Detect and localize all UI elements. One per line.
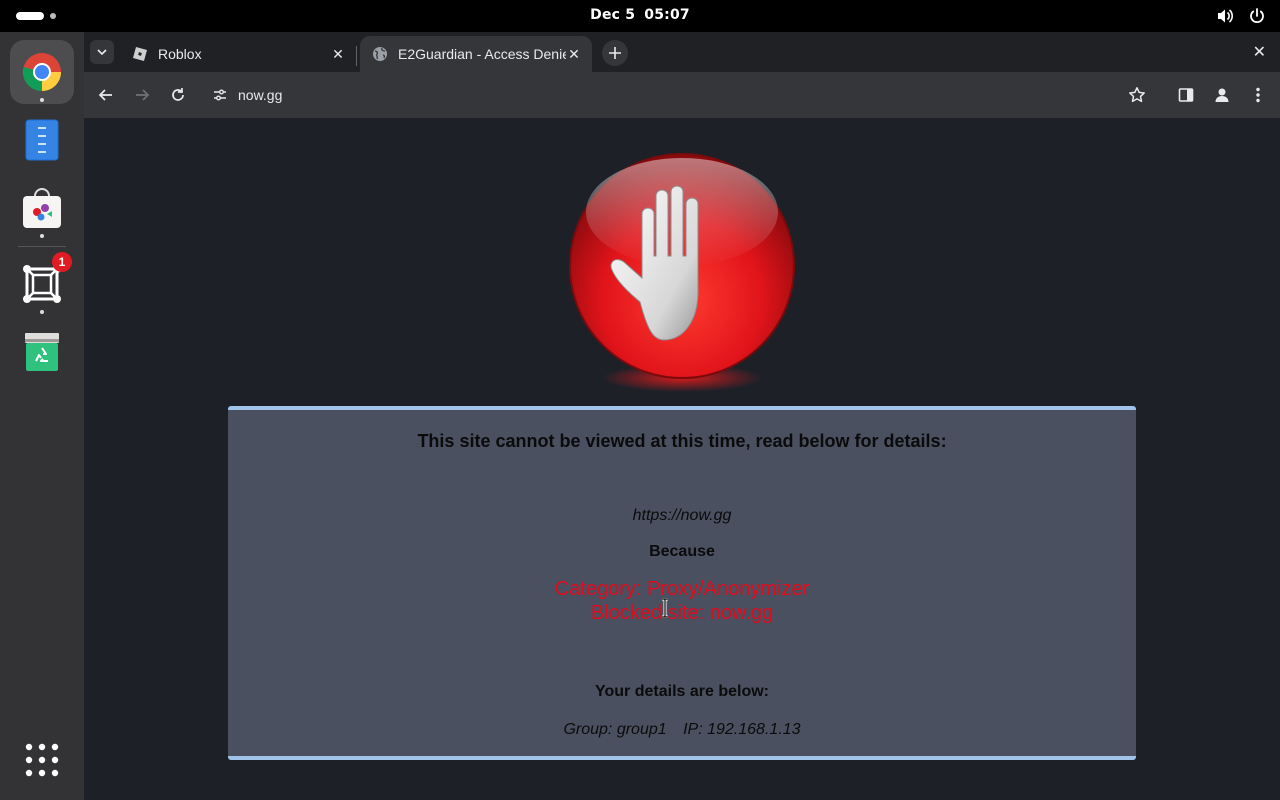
page-content: This site cannot be viewed at this time,… <box>84 118 1280 800</box>
tab-title: E2Guardian - Access Denied <box>398 46 566 62</box>
new-tab-button[interactable] <box>602 40 628 66</box>
running-indicator <box>40 98 44 102</box>
dock-item-chrome[interactable] <box>10 40 74 104</box>
text-cursor-icon <box>660 597 670 623</box>
tab-divider <box>356 46 357 66</box>
side-panel-icon <box>1178 88 1194 102</box>
address-bar[interactable]: now.gg <box>202 78 1162 112</box>
dock-item-software[interactable] <box>10 176 74 240</box>
power-icon[interactable] <box>1248 7 1266 25</box>
chevron-down-icon <box>97 49 107 56</box>
block-reason-site: Blocked site: now.gg <box>590 602 774 624</box>
browser-toolbar: now.gg <box>84 72 1280 118</box>
dock-item-network-app[interactable]: 1 <box>10 252 74 316</box>
dock-item-text-editor[interactable] <box>10 108 74 172</box>
running-indicator <box>40 310 44 314</box>
block-notice-panel: This site cannot be viewed at this time,… <box>228 406 1136 760</box>
app-grid-icon <box>25 743 59 777</box>
group-value: Group: group1 <box>563 721 667 738</box>
tab-strip: Roblox ✕ E2Guardian - Access Denied ✕ ✕ <box>84 32 1280 72</box>
software-store-icon <box>23 188 61 228</box>
notification-badge: 1 <box>52 252 72 272</box>
because-label: Because <box>649 543 715 560</box>
dock: 1 <box>0 32 84 800</box>
dock-item-trash[interactable] <box>10 320 74 384</box>
plus-icon <box>609 47 621 59</box>
tab-e2guardian[interactable]: E2Guardian - Access Denied ✕ <box>360 36 592 72</box>
arrow-left-icon <box>98 89 112 101</box>
tab-search-button[interactable] <box>90 40 114 64</box>
window-close-icon[interactable]: ✕ <box>1253 42 1266 61</box>
arrow-right-icon <box>136 89 150 101</box>
url-text[interactable]: now.gg <box>238 87 282 103</box>
close-tab-icon[interactable]: ✕ <box>566 46 582 62</box>
clock-date: Dec 5 <box>590 7 636 23</box>
menu-button[interactable] <box>1246 83 1270 107</box>
tab-roblox[interactable]: Roblox ✕ <box>120 36 356 72</box>
clock[interactable]: Dec 5 05:07 <box>0 7 1280 23</box>
globe-icon <box>373 47 387 61</box>
browser-window: Roblox ✕ E2Guardian - Access Denied ✕ ✕ … <box>84 32 1280 800</box>
back-button[interactable] <box>94 83 118 107</box>
volume-icon[interactable] <box>1216 7 1234 25</box>
close-tab-icon[interactable]: ✕ <box>330 46 346 62</box>
reload-icon <box>172 88 184 101</box>
stop-hand-icon <box>568 152 798 392</box>
profile-icon <box>1215 88 1229 102</box>
forward-button[interactable] <box>130 83 154 107</box>
dock-separator <box>18 246 66 247</box>
reload-button[interactable] <box>166 83 190 107</box>
details-label: Your details are below: <box>595 683 769 700</box>
ip-value: IP: 192.168.1.13 <box>683 721 801 738</box>
profile-button[interactable] <box>1210 83 1234 107</box>
chrome-icon <box>22 53 62 92</box>
trash-icon <box>25 333 59 371</box>
bookmark-star-icon[interactable] <box>1128 86 1146 108</box>
side-panel-button[interactable] <box>1174 83 1198 107</box>
system-top-bar: Dec 5 05:07 <box>0 0 1280 32</box>
system-tray[interactable] <box>1216 7 1266 25</box>
block-reason-category: Category: Proxy/Anonymizer <box>554 578 810 600</box>
block-heading: This site cannot be viewed at this time,… <box>417 431 947 451</box>
kebab-menu-icon <box>1256 87 1260 103</box>
site-info-icon[interactable] <box>212 87 228 107</box>
user-details: Group: group1 IP: 192.168.1.13 <box>228 721 1136 739</box>
text-editor-icon <box>25 119 59 161</box>
clock-time: 05:07 <box>644 7 690 23</box>
blocked-url: https://now.gg <box>632 507 732 524</box>
tab-title: Roblox <box>158 46 202 62</box>
roblox-icon <box>133 47 147 61</box>
running-indicator <box>40 234 44 238</box>
show-apps-button[interactable] <box>10 728 74 792</box>
